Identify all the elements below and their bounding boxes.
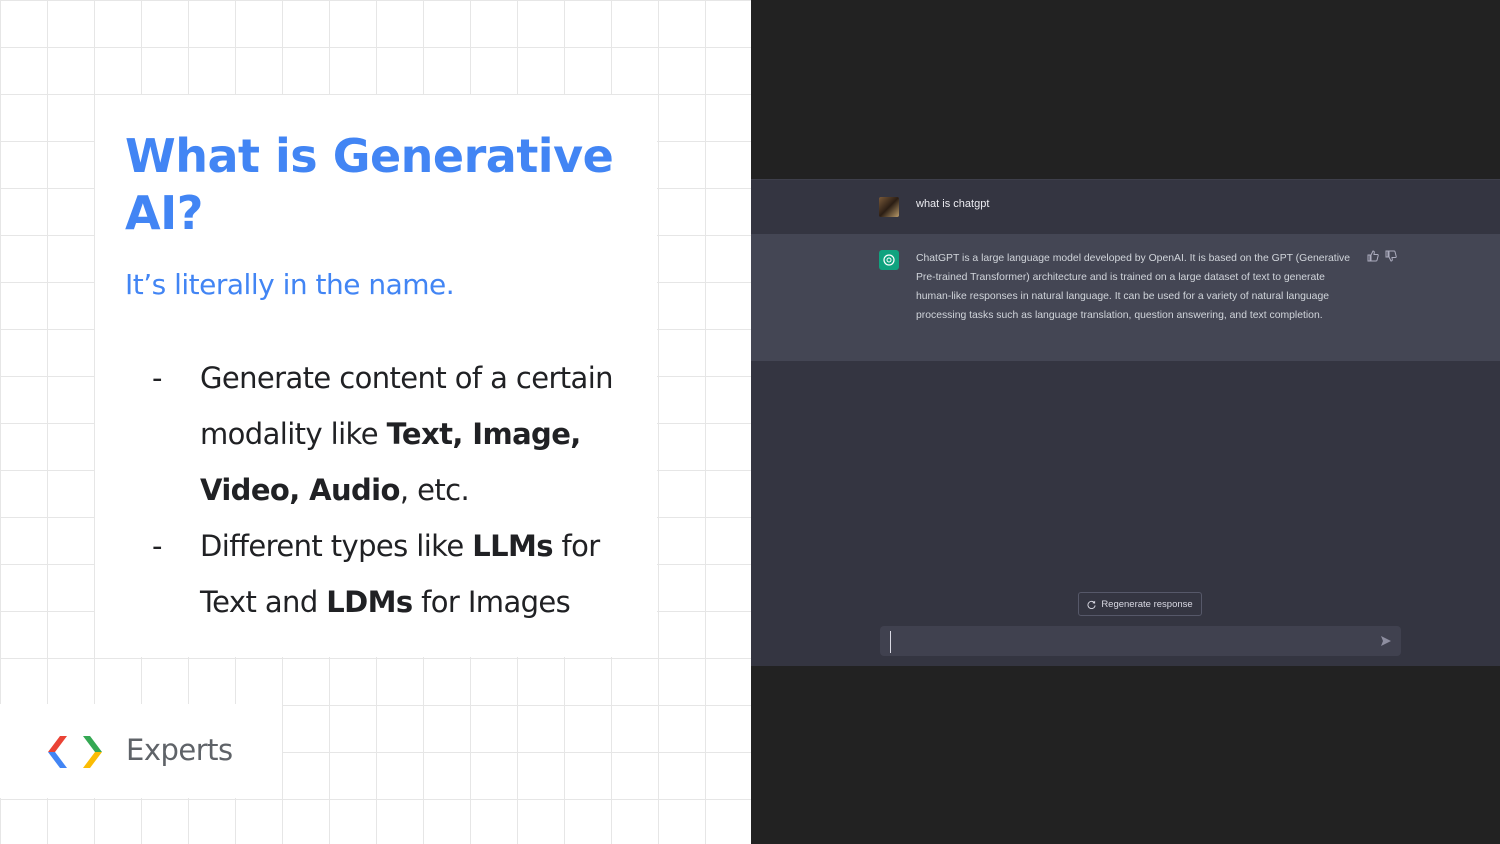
regenerate-button[interactable]: Regenerate response (1078, 592, 1202, 616)
bullet-list: - Generate content of a certain modality … (152, 350, 632, 630)
refresh-icon (1087, 600, 1096, 609)
bullet-bold-text: LLMs (472, 529, 553, 563)
bullet-item: - Generate content of a certain modality … (152, 350, 632, 518)
user-message-row: what is chatgpt (751, 180, 1500, 234)
thumbs-up-icon[interactable] (1367, 250, 1379, 262)
assistant-message-row: ChatGPT is a large language model develo… (751, 234, 1500, 361)
message-input[interactable] (890, 631, 1363, 653)
logo-text: Experts (126, 733, 233, 767)
bullet-text: Different types like (200, 529, 473, 563)
bullet-text: , etc. (399, 473, 470, 507)
message-input-box[interactable] (880, 626, 1401, 656)
bullet-item: - Different types like LLMs for Text and … (152, 518, 632, 630)
user-avatar (879, 197, 899, 217)
thumbs-down-icon[interactable] (1385, 250, 1397, 262)
bullet-bold-text: LDMs (326, 585, 413, 619)
openai-logo-icon (879, 250, 899, 270)
assistant-message: ChatGPT is a large language model develo… (916, 253, 1350, 321)
user-message: what is chatgpt (916, 198, 990, 210)
send-icon[interactable] (1380, 635, 1392, 647)
bullet-dash: - (152, 529, 162, 563)
developer-logo-icon (48, 736, 102, 768)
chat-window: what is chatgpt ChatGPT is a large langu… (751, 179, 1500, 666)
regenerate-label: Regenerate response (1101, 598, 1193, 610)
slide-title: What is Generative AI? (125, 129, 614, 240)
bullet-text: for Images (412, 585, 571, 619)
bullet-dash: - (152, 361, 162, 395)
feedback-buttons (1367, 250, 1397, 262)
slide-subtitle: It’s literally in the name. (125, 268, 455, 301)
